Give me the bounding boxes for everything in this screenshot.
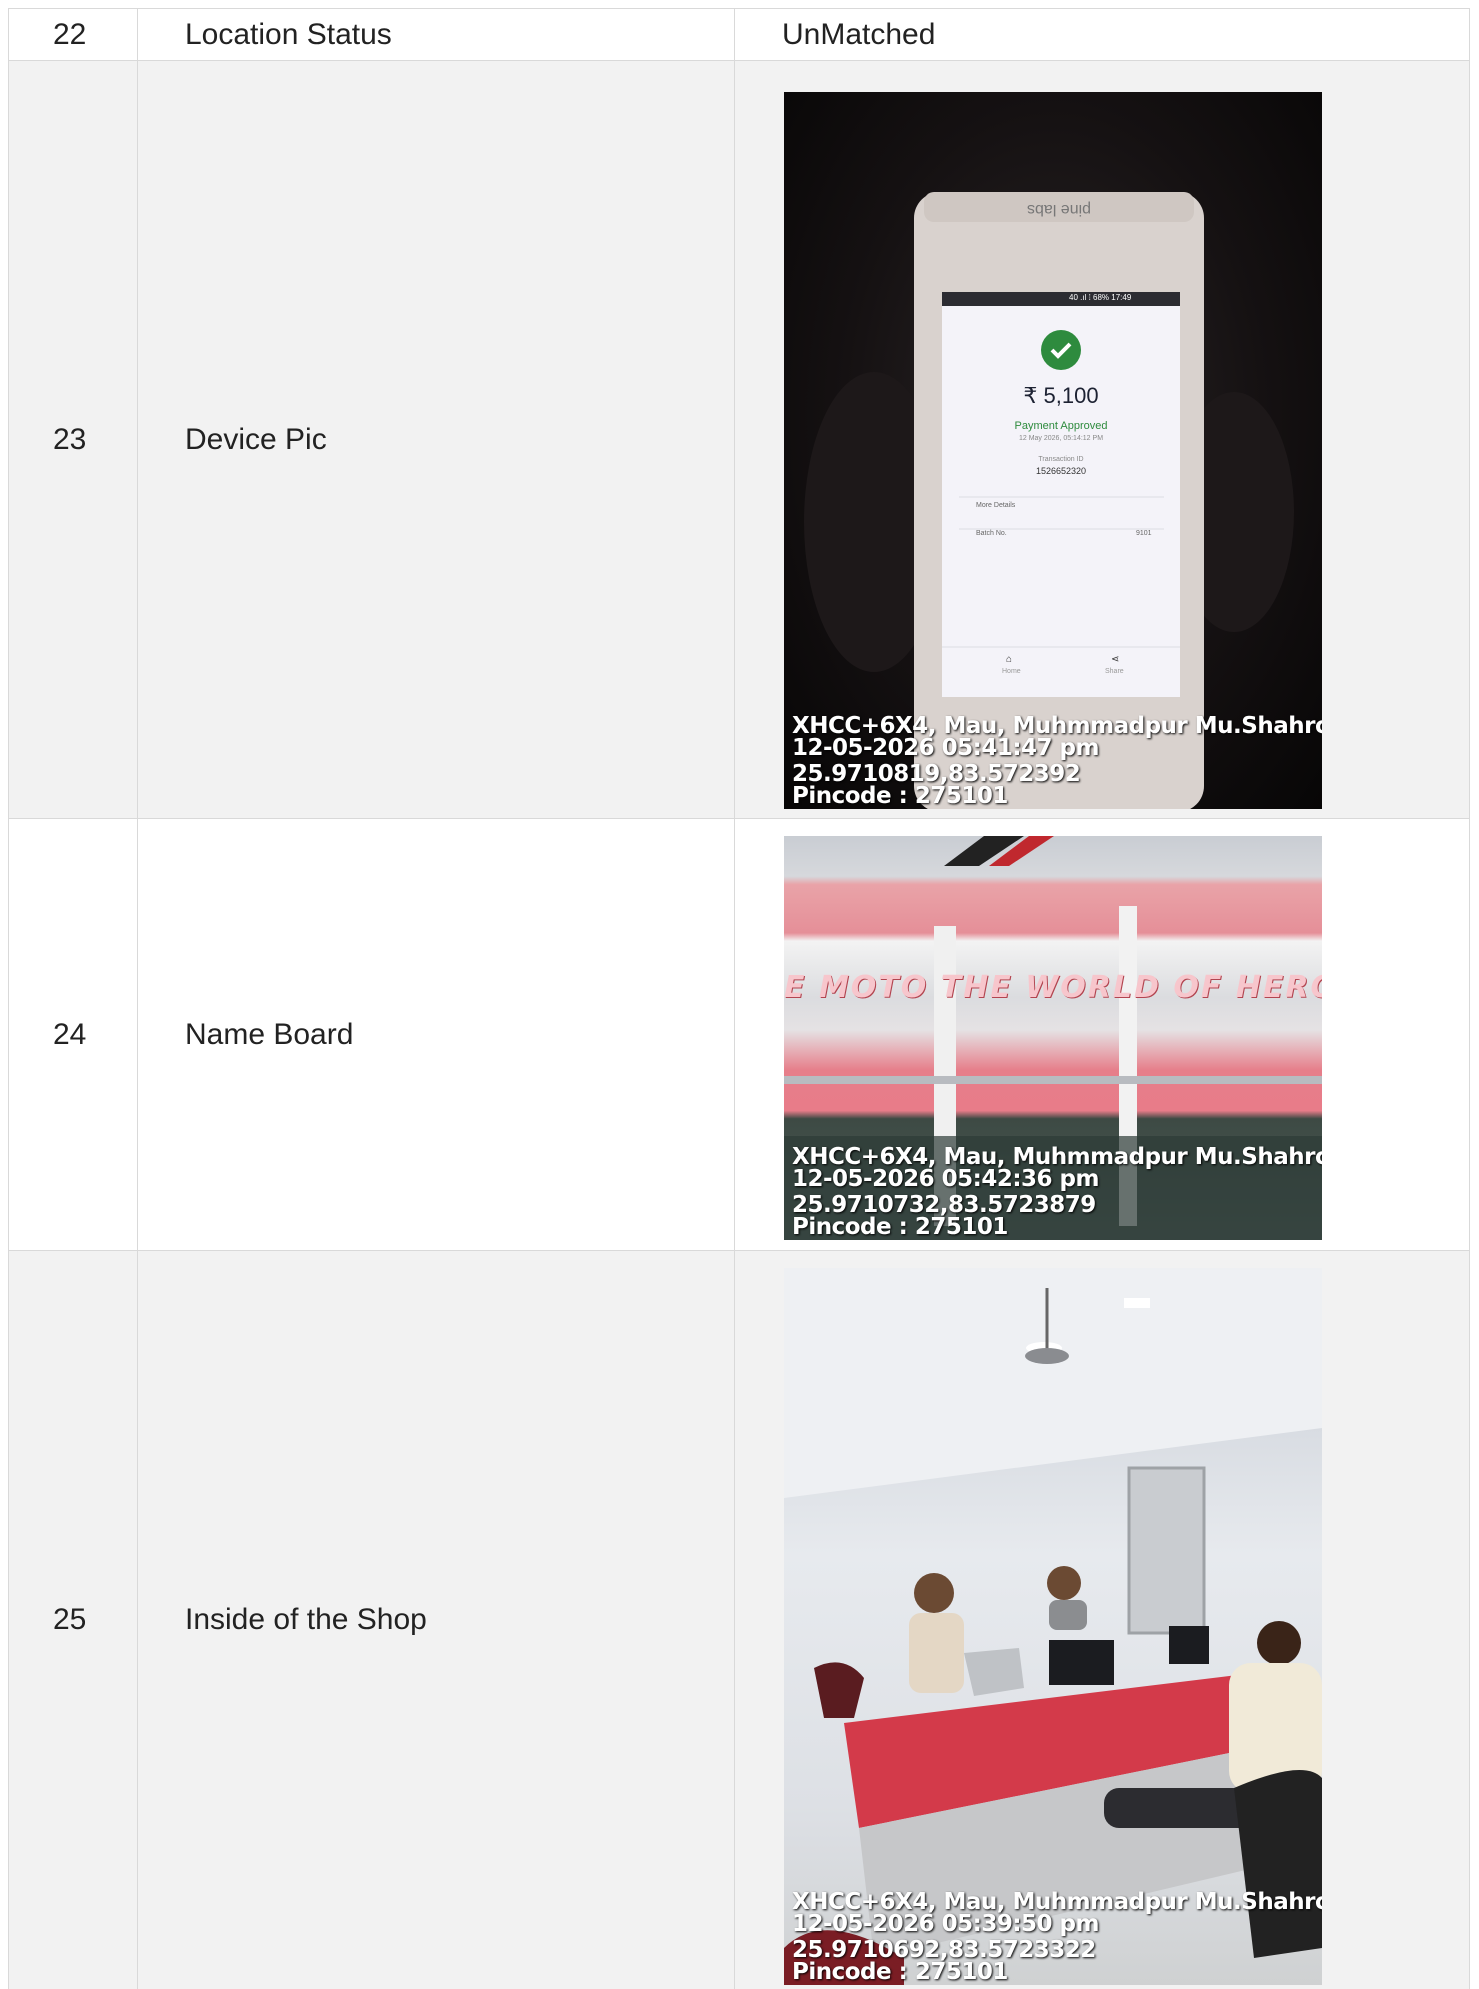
- row-label: Device Pic: [185, 422, 327, 456]
- row-number: 23: [53, 422, 87, 456]
- table-row: 22 Location Status UnMatched: [8, 8, 1470, 61]
- stamp-address: XHCC+6X4, Mau, Muhmmadpur Mu.Shahroj,: [792, 1889, 1322, 1915]
- row-number-cell: 25: [8, 1251, 138, 1989]
- shop-interior-photo[interactable]: XHCC+6X4, Mau, Muhmmadpur Mu.Shahroj, 12…: [784, 1268, 1322, 1985]
- row-number-cell: 24: [8, 819, 138, 1251]
- row-number: 22: [53, 17, 87, 51]
- row-value-cell: UnMatched: [735, 9, 1470, 61]
- name-board-photo[interactable]: E MOTO THE WORLD OF HERO XHCC+6X4, Mau, …: [784, 836, 1322, 1240]
- row-label: Location Status: [185, 17, 392, 51]
- row-label-cell: Location Status: [138, 9, 735, 61]
- batch-label: Batch No.: [976, 530, 1007, 537]
- pos-brand: pine labs: [1026, 201, 1092, 218]
- stamp-address: XHCC+6X4, Mau, Muhmmadpur Mu.Shahroj,: [792, 1144, 1322, 1170]
- photo-geo-stamp: XHCC+6X4, Mau, Muhmmadpur Mu.Shahroj, 12…: [792, 713, 1322, 809]
- stamp-datetime: 12-05-2026 05:41:47 pm: [792, 735, 1099, 761]
- transaction-label: Transaction ID: [1038, 456, 1084, 463]
- pos-status-bar: 40 .ıl ⁞ 68% 17:49: [1069, 293, 1132, 302]
- stamp-pincode: Pincode : 275101: [792, 1959, 1008, 1985]
- row-number-cell: 22: [8, 9, 138, 61]
- row-label-cell: Name Board: [138, 819, 735, 1251]
- stamp-datetime: 12-05-2026 05:42:36 pm: [792, 1166, 1099, 1192]
- home-icon: ⌂: [1006, 654, 1013, 665]
- stamp-coordinates: 25.9710732,83.5723879: [792, 1192, 1096, 1218]
- interior-illustration: [784, 1268, 1322, 1985]
- payment-status: Payment Approved: [1014, 420, 1108, 432]
- photo-geo-stamp: XHCC+6X4, Mau, Muhmmadpur Mu.Shahroj, 12…: [792, 1144, 1322, 1240]
- store-sign-text: E MOTO THE WORLD OF HERO: [784, 970, 1322, 1005]
- stamp-pincode: Pincode : 275101: [792, 1214, 1008, 1240]
- transaction-id: 1526652320: [1035, 466, 1087, 476]
- payment-datetime: 12 May 2026, 05:14:12 PM: [1018, 435, 1104, 442]
- row-label: Inside of the Shop: [185, 1603, 427, 1636]
- home-label: Home: [1002, 668, 1021, 675]
- device-photo-frame[interactable]: pine labs 40 .ıl ⁞ 68% 17:49 ₹ 5,100 Pay…: [784, 92, 1322, 809]
- stamp-coordinates: 25.9710692,83.5723322: [792, 1937, 1096, 1963]
- row-label: Name Board: [185, 1017, 354, 1051]
- stamp-pincode: Pincode : 275101: [792, 783, 1008, 809]
- row-number: 25: [53, 1603, 87, 1636]
- location-status-value: UnMatched: [782, 17, 936, 51]
- row-number-cell: 23: [8, 61, 138, 819]
- more-details: More Details: [976, 502, 1016, 509]
- row-label-cell: Inside of the Shop: [138, 1251, 735, 1989]
- stamp-address: XHCC+6X4, Mau, Muhmmadpur Mu.Shahroj,: [792, 713, 1322, 739]
- payment-amount: ₹ 5,100: [1023, 383, 1099, 408]
- photo-geo-stamp: XHCC+6X4, Mau, Muhmmadpur Mu.Shahroj, 12…: [792, 1889, 1322, 1985]
- row-number: 24: [53, 1017, 87, 1051]
- row-label-cell: Device Pic: [138, 61, 735, 819]
- share-icon: ⋖: [1111, 654, 1120, 665]
- stamp-coordinates: 25.9710819,83.572392: [792, 761, 1081, 787]
- stamp-datetime: 12-05-2026 05:39:50 pm: [792, 1911, 1099, 1937]
- share-label: Share: [1105, 668, 1124, 675]
- batch-value: 9101: [1136, 530, 1152, 537]
